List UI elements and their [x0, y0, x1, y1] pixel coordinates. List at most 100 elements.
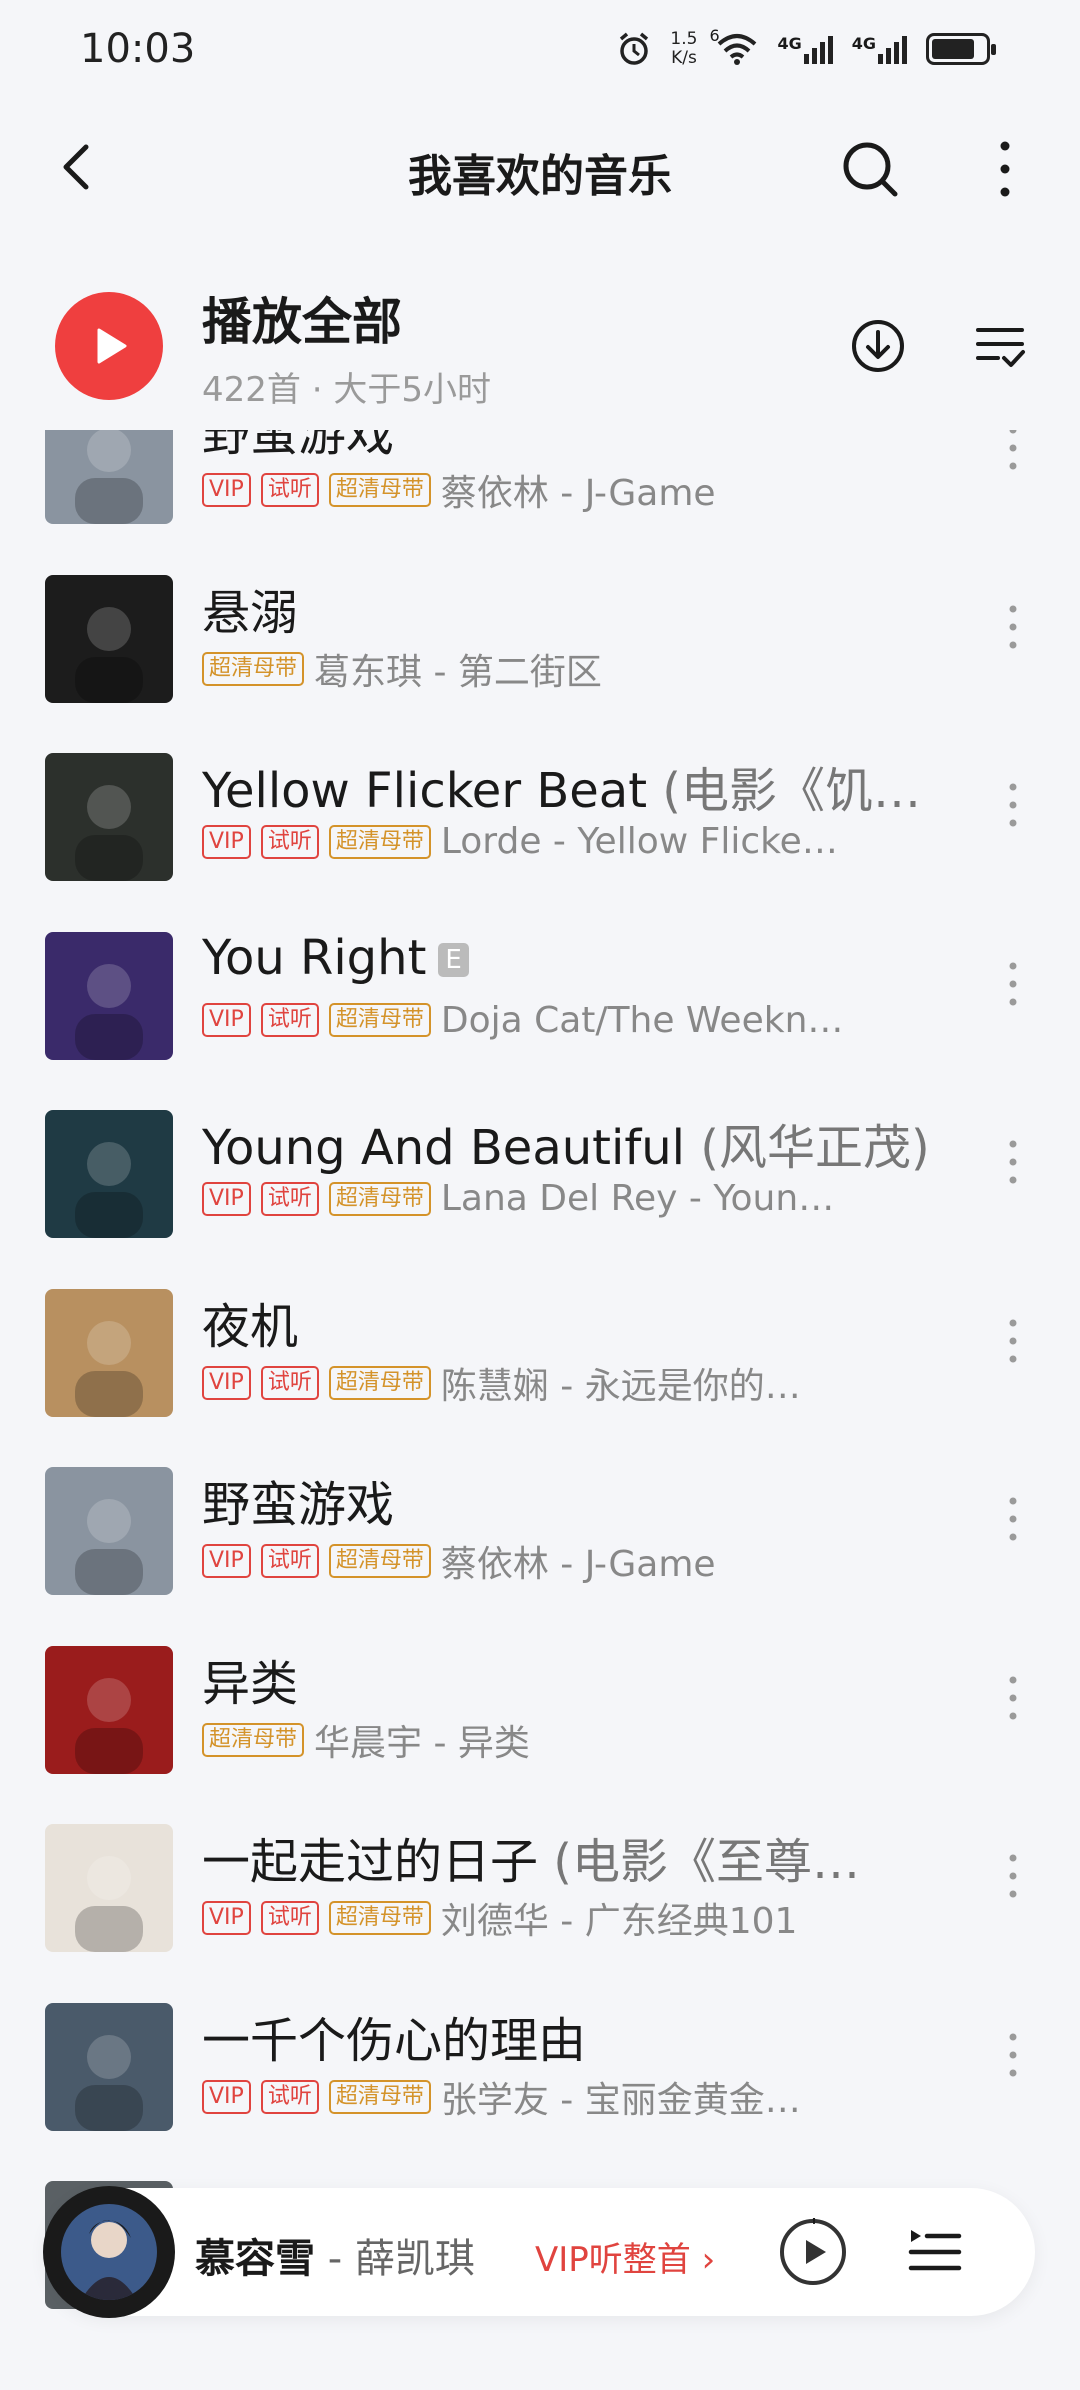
- song-title-main: 一起走过的日子: [202, 1834, 554, 1890]
- more-vertical-icon[interactable]: [995, 1846, 1031, 1906]
- vip-badge: VIP: [202, 2079, 251, 2114]
- album-cover: [45, 574, 173, 703]
- song-row[interactable]: 夜机 VIP 试听 超清母带 陈慧娴 - 永远是你的…: [0, 1253, 1080, 1432]
- now-playing-cover: [61, 2204, 157, 2300]
- album-cover: [45, 430, 173, 524]
- master-quality-badge: 超清母带: [328, 1181, 431, 1216]
- battery-fill: [932, 39, 974, 59]
- song-title: 悬溺: [202, 573, 942, 643]
- artist-album: 葛东琪 - 第二街区: [314, 651, 602, 693]
- preview-badge: 试听: [260, 1544, 319, 1578]
- vip-badge: VIP: [202, 1003, 251, 1037]
- artist-album: Doja Cat/The Weekn…: [440, 999, 844, 1041]
- album-cover: [45, 931, 173, 1060]
- song-title-main: Yellow Flicker Beat: [202, 763, 663, 819]
- signal-sim1-icon: 4G: [777, 34, 833, 64]
- artist-album: 张学友 - 宝丽金黄金…: [440, 2079, 801, 2121]
- album-cover: [45, 1645, 173, 1774]
- now-playing-artist: 薛凯琪: [354, 2236, 475, 2282]
- album-cover: [45, 1288, 173, 1417]
- master-quality-badge: 超清母带: [328, 1901, 431, 1935]
- song-list: 野蛮游戏 VIP 试听 超清母带 蔡依林 - J-Game 悬溺 超清母带 葛东琪 - 第二街…: [0, 430, 1080, 2324]
- play-all-header: 播放全部 422首 · 大于5小时: [0, 270, 1080, 430]
- album-cover: [45, 1110, 173, 1238]
- song-row[interactable]: You Right E VIP 试听 超清母带 Doja Cat/The Weekn…: [0, 896, 1080, 1075]
- song-title: 一起走过的日子 (电影《至尊…: [202, 1822, 942, 1892]
- song-title: 异类: [202, 1644, 942, 1714]
- more-vertical-icon[interactable]: [995, 1489, 1031, 1549]
- signal-sim2-icon: 4G: [852, 34, 908, 64]
- play-icon: [87, 324, 131, 368]
- song-list-viewport[interactable]: 野蛮游戏 VIP 试听 超清母带 蔡依林 - J-Game 悬溺 超清母带 葛东琪 - 第二街…: [0, 430, 1080, 2390]
- preview-badge: 试听: [260, 1901, 319, 1935]
- master-quality-badge: 超清母带: [202, 1722, 305, 1757]
- song-row[interactable]: 野蛮游戏 VIP 试听 超清母带 蔡依林 - J-Game: [0, 1431, 1080, 1610]
- song-title-subtitle: (风华正茂): [700, 1120, 930, 1176]
- master-quality-badge: 超清母带: [328, 473, 431, 507]
- song-title: Yellow Flicker Beat (电影《饥…: [202, 751, 942, 821]
- artist-album: 华晨宇 - 异类: [314, 1722, 530, 1764]
- song-title-main: You Right: [202, 929, 427, 986]
- song-meta: 超清母带 华晨宇 - 异类: [202, 1714, 912, 1766]
- more-vertical-icon[interactable]: [995, 1668, 1031, 1728]
- song-row[interactable]: 野蛮游戏 VIP 试听 超清母带 蔡依林 - J-Game: [0, 430, 1080, 539]
- song-meta: VIP 试听 超清母带 刘德华 - 广东经典101: [202, 1892, 912, 1944]
- more-vertical-icon[interactable]: [995, 775, 1031, 835]
- vip-badge: VIP: [202, 1544, 251, 1578]
- master-quality-badge: 超清母带: [328, 2079, 431, 2114]
- song-title-main: 异类: [202, 1655, 299, 1712]
- artist-album: 蔡依林 - J-Game: [440, 1544, 716, 1585]
- song-row[interactable]: Yellow Flicker Beat (电影《饥… VIP 试听 超清母带 Lorde…: [0, 717, 1080, 896]
- play-circle-icon[interactable]: [778, 2217, 848, 2287]
- song-row[interactable]: 异类 超清母带 华晨宇 - 异类: [0, 1610, 1080, 1789]
- more-vertical-icon[interactable]: [995, 2025, 1031, 2085]
- song-meta: 超清母带 葛东琪 - 第二街区: [202, 643, 912, 695]
- song-row[interactable]: 一起走过的日子 (电影《至尊… VIP 试听 超清母带 刘德华 - 广东经典101: [0, 1788, 1080, 1967]
- vip-full-song-button[interactable]: VIP听整首 ›: [535, 2232, 715, 2281]
- nav-bar: 我喜欢的音乐: [0, 110, 1080, 230]
- song-row[interactable]: 一千个伤心的理由 VIP 试听 超清母带 张学友 - 宝丽金黄金…: [0, 1967, 1080, 2146]
- manage-list-icon[interactable]: [970, 316, 1030, 376]
- album-cover: [45, 1467, 173, 1595]
- vip-badge: VIP: [202, 473, 251, 507]
- song-title: 野蛮游戏: [202, 1465, 942, 1535]
- playlist-summary: 422首 · 大于5小时: [202, 370, 491, 410]
- song-row[interactable]: Young And Beautiful (风华正茂) VIP 试听 超清母带 Lana …: [0, 1074, 1080, 1253]
- more-vertical-icon[interactable]: [995, 1311, 1031, 1371]
- artist-album: 刘德华 - 广东经典101: [440, 1901, 798, 1942]
- song-meta: VIP 试听 超清母带 张学友 - 宝丽金黄金…: [202, 2071, 912, 2123]
- song-row[interactable]: 悬溺 超清母带 葛东琪 - 第二街区: [0, 539, 1080, 718]
- song-title-main: 一千个伤心的理由: [202, 2012, 587, 2069]
- more-vertical-icon[interactable]: [995, 954, 1031, 1014]
- status-icons: 1.5 K/s 6 4G 4G: [616, 26, 996, 68]
- artist-album: 陈慧娴 - 永远是你的…: [440, 1365, 801, 1407]
- network-speed-unit: K/s: [671, 48, 697, 68]
- vip-badge: VIP: [202, 1181, 251, 1216]
- download-icon[interactable]: [848, 316, 908, 376]
- album-cover: [45, 1824, 173, 1952]
- search-icon[interactable]: [835, 134, 905, 204]
- song-title-subtitle: (电影《饥…: [662, 763, 921, 819]
- master-quality-badge: 超清母带: [328, 824, 431, 859]
- network-speed-value: 1.5: [670, 29, 698, 49]
- preview-badge: 试听: [260, 1003, 319, 1037]
- play-all-label[interactable]: 播放全部: [202, 282, 402, 354]
- album-cover: [45, 753, 173, 881]
- song-title-main: 夜机: [202, 1298, 299, 1355]
- more-vertical-icon[interactable]: [995, 597, 1031, 657]
- more-vertical-icon[interactable]: [995, 430, 1031, 478]
- preview-badge: 试听: [260, 824, 319, 859]
- wifi-icon: 6: [709, 26, 759, 66]
- more-vertical-icon[interactable]: [995, 1132, 1031, 1192]
- mini-player[interactable]: 慕容雪 - 薛凯琪 VIP听整首 ›: [43, 2186, 1035, 2318]
- song-title-main: 野蛮游戏: [202, 430, 395, 462]
- more-vertical-icon[interactable]: [980, 134, 1030, 204]
- sim1-label: 4G: [777, 34, 802, 53]
- song-title-main: Young And Beautiful: [202, 1120, 701, 1176]
- preview-badge: 试听: [260, 2079, 319, 2114]
- song-title: 野蛮游戏: [202, 430, 942, 464]
- album-disc[interactable]: [43, 2186, 175, 2318]
- playlist-queue-icon[interactable]: [907, 2224, 963, 2280]
- play-all-button[interactable]: [55, 292, 163, 400]
- preview-badge: 试听: [260, 1181, 319, 1216]
